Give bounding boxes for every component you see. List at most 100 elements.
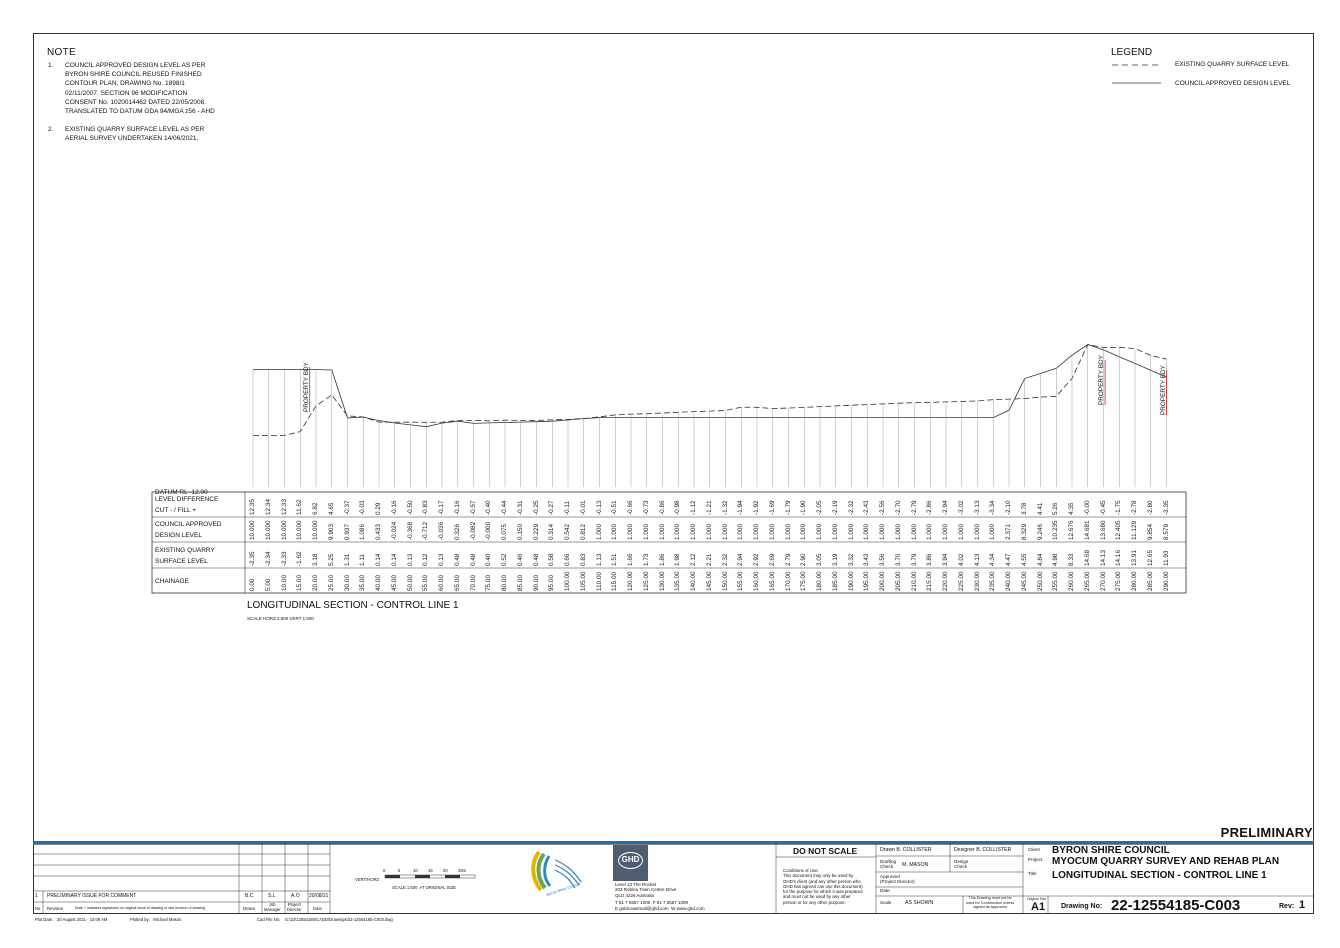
table-cell-design: 8.329 [1020, 524, 1028, 540]
drawn-by: Drawn B. COLLISTER [880, 847, 932, 853]
table-cell-difference: -0.50 [406, 500, 414, 515]
table-cell-chainage: 185.00 [831, 571, 839, 591]
rev-header-job-manager: Job Manager [264, 902, 281, 912]
drafting-check-name: M. MASON [902, 862, 929, 868]
table-cell-existing: 3.86 [926, 553, 934, 566]
table-cell-difference: 12.34 [264, 499, 272, 515]
table-cell-design: 9.854 [1146, 524, 1154, 540]
table-cell-existing: 2.69 [768, 553, 776, 566]
table-cell-chainage: 225.00 [957, 571, 965, 591]
table-cell-existing: 0.14 [390, 553, 398, 566]
table-cell-chainage: 170.00 [784, 571, 792, 591]
construction-note: This Drawing must not be used for Constr… [966, 896, 1015, 910]
table-cell-existing: 4.34 [989, 553, 997, 566]
table-cell-existing: 11.93 [1162, 550, 1170, 566]
row-label-chainage: CHAINAGE [155, 578, 189, 585]
table-cell-difference: -2.43 [863, 500, 871, 515]
table-cell-design: 10.000 [280, 520, 288, 540]
table-cell-chainage: 285.00 [1146, 571, 1154, 591]
scalebar-tick-label: 20 [443, 868, 448, 873]
table-cell-existing: 4.47 [1005, 553, 1012, 566]
table-cell-design: 13.680 [1099, 520, 1107, 540]
table-cell-difference: -0.16 [390, 500, 398, 515]
table-cell-chainage: 70.00 [469, 575, 477, 591]
scalebar-tick-label: 5 [398, 868, 401, 873]
table-cell-chainage: 90.00 [532, 575, 540, 591]
table-cell-design: 2.371 [1005, 524, 1012, 540]
table-cell-difference: -1.94 [737, 500, 745, 515]
table-cell-existing: 1.86 [658, 553, 666, 566]
table-cell-design: 1.000 [942, 524, 949, 540]
scalebar-tick-label: 0 [383, 868, 386, 873]
table-cell-existing: 4.13 [973, 553, 981, 566]
table-cell-existing: 0.83 [579, 553, 587, 566]
table-cell-chainage: 200.00 [879, 571, 886, 591]
table-cell-design: 1.000 [768, 524, 776, 540]
data-table-border [151, 491, 1187, 594]
ghd-address: Level 13 The Rocket 203 Robina Town Cent… [615, 882, 677, 898]
table-cell-design: 12.676 [1068, 520, 1075, 540]
table-cell-chainage: 240.00 [1005, 571, 1012, 591]
table-cell-existing: 1.66 [627, 553, 634, 566]
table-cell-existing: 5.25 [327, 553, 335, 566]
table-cell-design: 1.000 [847, 524, 855, 540]
table-cell-chainage: 25.00 [327, 575, 335, 591]
table-cell-difference: -1.90 [800, 500, 808, 515]
table-cell-chainage: 180.00 [816, 571, 823, 591]
table-cell-design: 1.000 [816, 524, 823, 540]
table-cell-difference: 5.26 [1052, 502, 1060, 515]
table-cell-difference: -1.69 [768, 500, 776, 515]
table-cell-difference: -0.40 [485, 500, 493, 515]
client-label: Client [1028, 847, 1040, 852]
table-cell-design: -0.024 [390, 521, 398, 540]
property-boundary-label: PROPERTY BDY [1159, 365, 1167, 415]
table-cell-design: 1.000 [690, 524, 697, 540]
table-cell-chainage: 250.00 [1036, 571, 1044, 591]
station-lines [252, 344, 1167, 487]
table-cell-design: 1.000 [926, 524, 934, 540]
byron-shire-council-logo: Byron Shire Council [531, 850, 582, 897]
table-cell-chainage: 135.00 [674, 571, 682, 591]
table-cell-difference: 12.33 [280, 499, 288, 515]
rev-project-director: A.O [291, 893, 300, 899]
table-cell-design: 12.405 [1115, 520, 1123, 540]
table-cell-design: 9.903 [327, 524, 335, 540]
table-cell-existing: 0.13 [406, 553, 414, 566]
row-label-difference: LEVEL DIFFERENCE CUT - / FILL + [155, 496, 219, 514]
table-cell-difference: -2.10 [1005, 500, 1012, 515]
table-cell-design: 10.000 [312, 520, 319, 540]
table-cell-chainage: 125.00 [642, 571, 650, 591]
table-cell-difference: -0.66 [627, 500, 634, 515]
table-cell-difference: -0.01 [579, 500, 587, 515]
table-cell-difference: 4.65 [327, 502, 335, 515]
table-cell-design: 10.000 [249, 520, 256, 540]
table-cell-difference: -0.31 [516, 500, 524, 515]
scalebar-label: VERT/HORZ [355, 877, 380, 882]
table-cell-chainage: 45.00 [390, 575, 398, 591]
rev-description: PRELIMINARY ISSUE FOR COMMENT [47, 893, 137, 899]
table-cell-chainage: 245.00 [1020, 571, 1028, 591]
table-cell-design: 1.000 [800, 524, 808, 540]
table-cell-design: 1.000 [879, 524, 886, 540]
table-cell-design: 1.000 [894, 524, 902, 540]
table-cell-existing: 1.31 [343, 553, 351, 566]
table-cell-existing: 1.51 [611, 553, 619, 566]
table-cell-design: 0.150 [516, 524, 524, 540]
table-cell-difference: -0.27 [548, 500, 556, 515]
table-cell-design: 1.000 [910, 524, 918, 540]
table-cell-existing: 14.68 [1083, 550, 1091, 566]
table-cell-chainage: 160.00 [753, 571, 760, 591]
table-cell-existing: 2.32 [721, 553, 729, 566]
table-cell-difference: -0.13 [595, 500, 603, 515]
table-cell-existing: 2.79 [784, 553, 792, 566]
table-cell-difference: -0.11 [564, 500, 571, 515]
table-cell-chainage: 115.00 [611, 571, 619, 591]
table-cell-difference: -2.32 [847, 500, 855, 515]
table-cell-chainage: 100.00 [564, 571, 571, 591]
table-cell-design: 0.075 [501, 524, 508, 540]
table-cell-design: -0.368 [406, 521, 414, 540]
ghd-logo-text: GHD [621, 855, 640, 864]
table-cell-existing: 14.13 [1099, 550, 1107, 566]
table-cell-design: 11.129 [1131, 520, 1138, 540]
table-cell-existing: 2.21 [705, 553, 713, 566]
